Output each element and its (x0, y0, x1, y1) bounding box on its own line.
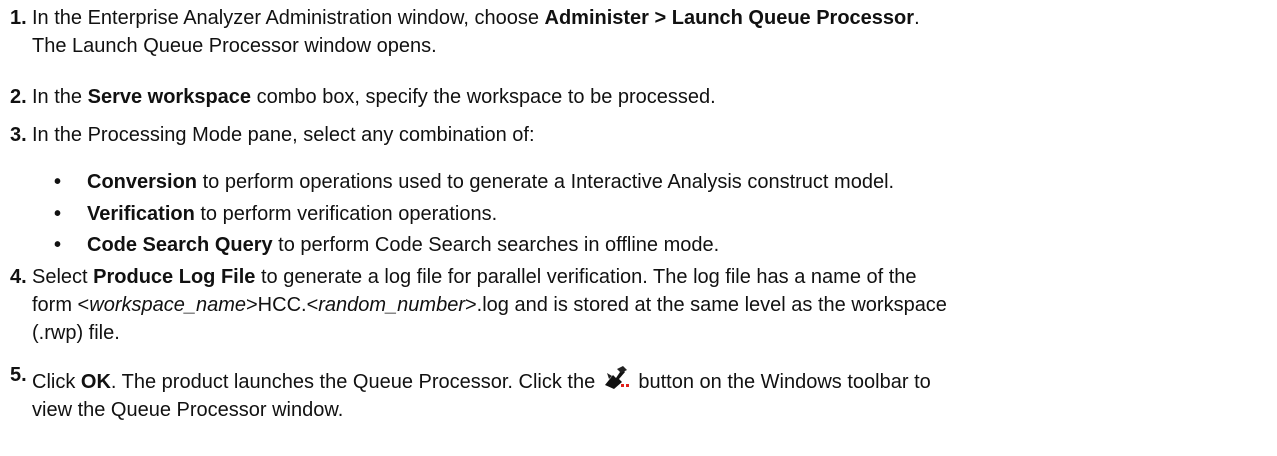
option-description: to perform Code Search searches in offli… (272, 234, 720, 256)
step-text: Select (32, 266, 94, 288)
button-label: OK (80, 371, 111, 393)
option-label: Produce Log File (93, 266, 256, 288)
step-text: >.log and is stored at the same level as… (465, 294, 947, 316)
step-text: . The product launches the Queue Process… (110, 371, 601, 393)
step-text: to generate a log file for parallel veri… (255, 266, 917, 288)
step-text: combo box, specify the workspace to be p… (251, 86, 716, 108)
queue-processor-icon (603, 365, 631, 391)
step-5: 5. Click OK. The product launches the Qu… (0, 364, 1265, 424)
option-description: to perform verification operations. (194, 203, 498, 225)
option-label: Conversion (87, 171, 198, 193)
list-item: • Verification to perform verification o… (0, 200, 1265, 228)
bullet: • (54, 171, 62, 193)
step-number: 3. (10, 124, 27, 146)
placeholder-text: workspace_name (89, 294, 246, 316)
step-number: 2. (10, 86, 27, 108)
step-3: 3. In the Processing Mode pane, select a… (0, 121, 1265, 149)
bullet: • (54, 203, 62, 225)
step-text: form < (32, 294, 90, 316)
step-text: In the Processing Mode pane, select any … (32, 124, 535, 146)
ui-label: Serve workspace (87, 86, 252, 108)
step-2: 2. In the Serve workspace combo box, spe… (0, 83, 1265, 111)
menu-path: Administer > Launch Queue Processor (544, 7, 915, 29)
step-number: 5. (10, 364, 27, 386)
option-label: Verification (87, 203, 195, 225)
step-text: In the Enterprise Analyzer Administratio… (32, 7, 545, 29)
placeholder-text: random_number (318, 294, 465, 316)
procedure-steps: 1. In the Enterprise Analyzer Administra… (0, 0, 1277, 456)
step-text: In the (32, 86, 88, 108)
option-label: Code Search Query (87, 234, 273, 256)
list-item: • Code Search Query to perform Code Sear… (0, 231, 1265, 259)
bullet: • (54, 234, 62, 256)
step-number: 4. (10, 266, 27, 288)
step-number: 1. (10, 7, 27, 29)
step-text: >HCC.< (246, 294, 319, 316)
step-text: view the Queue Processor window. (32, 399, 344, 421)
step-text: . (914, 7, 920, 29)
step-text: Click (32, 371, 81, 393)
step-text: (.rwp) file. (32, 322, 120, 344)
step-text: button on the Windows toolbar to (632, 371, 931, 393)
option-description: to perform operations used to generate a… (197, 171, 895, 193)
step-4: 4. Select Produce Log File to generate a… (0, 263, 1265, 347)
step-text: The Launch Queue Processor window opens. (32, 35, 437, 57)
step-1: 1. In the Enterprise Analyzer Administra… (0, 4, 1265, 60)
list-item: • Conversion to perform operations used … (0, 168, 1265, 196)
